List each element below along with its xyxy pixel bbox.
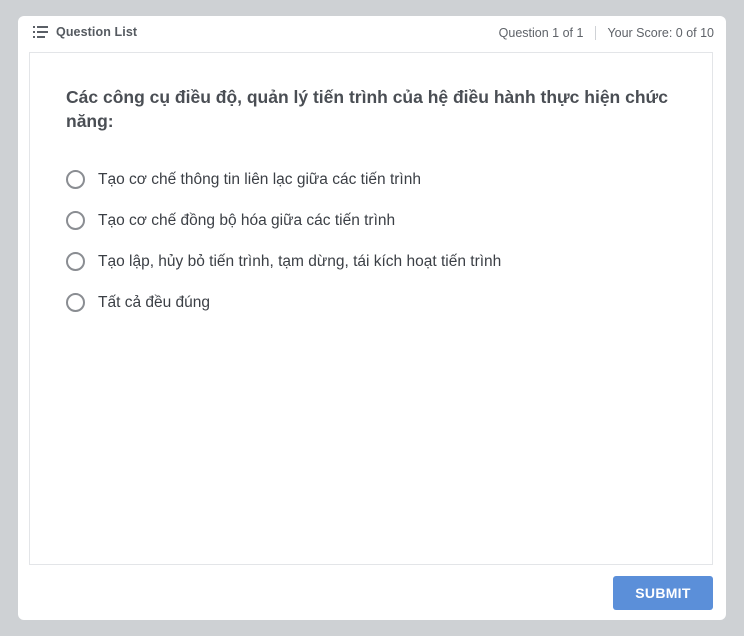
quiz-card: Question List Question 1 of 1 Your Score… xyxy=(18,16,726,620)
answer-options: Tạo cơ chế thông tin liên lạc giữa các t… xyxy=(66,159,501,323)
question-list-button[interactable]: Question List xyxy=(33,25,137,39)
header-status: Question 1 of 1 Your Score: 0 of 10 xyxy=(499,26,714,40)
answer-option-4[interactable]: Tất cả đều đúng xyxy=(66,282,501,323)
answer-option-label: Tạo cơ chế thông tin liên lạc giữa các t… xyxy=(98,170,421,188)
answer-option-3[interactable]: Tạo lập, hủy bỏ tiến trình, tạm dừng, tá… xyxy=(66,241,501,282)
header-divider xyxy=(595,26,597,40)
answer-option-1[interactable]: Tạo cơ chế thông tin liên lạc giữa các t… xyxy=(66,159,501,200)
list-icon xyxy=(33,25,49,39)
answer-option-label: Tạo cơ chế đồng bộ hóa giữa các tiến trì… xyxy=(98,211,396,229)
score-display: Your Score: 0 of 10 xyxy=(607,26,714,40)
question-text: Các công cụ điều độ, quản lý tiến trình … xyxy=(66,87,668,131)
submit-button[interactable]: SUBMIT xyxy=(613,576,713,610)
answer-option-label: Tất cả đều đúng xyxy=(98,293,211,311)
radio-button[interactable] xyxy=(66,293,85,312)
radio-button[interactable] xyxy=(66,252,85,271)
question-panel: Các công cụ điều độ, quản lý tiến trình … xyxy=(29,52,713,565)
question-list-label: Question List xyxy=(56,25,138,39)
radio-button[interactable] xyxy=(66,170,85,189)
question-counter: Question 1 of 1 xyxy=(498,26,584,40)
answer-option-label: Tạo lập, hủy bỏ tiến trình, tạm dừng, tá… xyxy=(98,252,502,270)
radio-button[interactable] xyxy=(66,211,85,230)
quiz-header: Question List Question 1 of 1 Your Score… xyxy=(18,16,726,52)
answer-option-2[interactable]: Tạo cơ chế đồng bộ hóa giữa các tiến trì… xyxy=(66,200,501,241)
